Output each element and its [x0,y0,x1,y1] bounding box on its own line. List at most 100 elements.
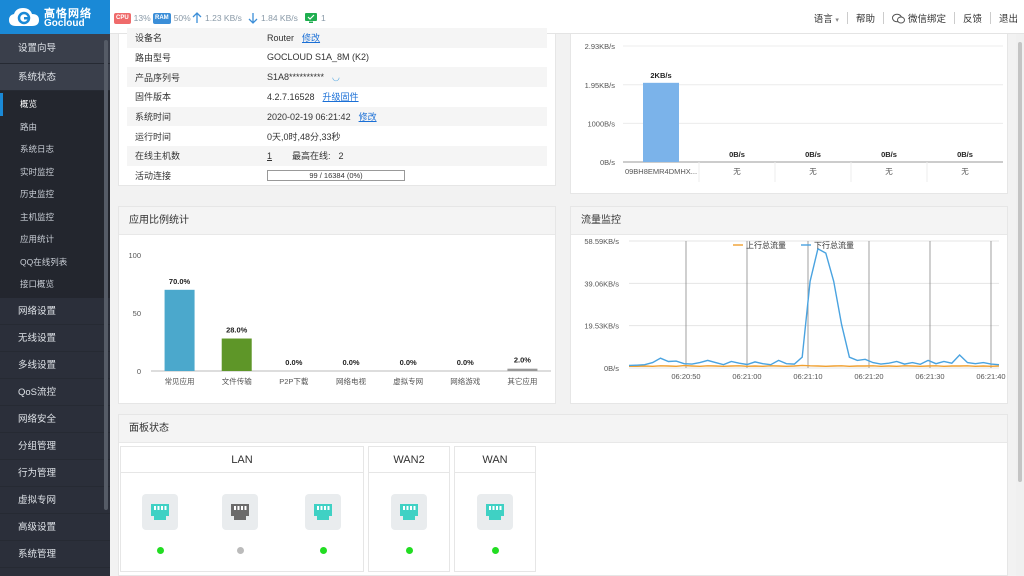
sidebar-item-behavior[interactable]: 行为管理 [0,460,110,487]
sidebar-item-network[interactable]: 网络设置 [0,298,110,325]
app-stats-chart: 100 50 0 70.0% 常见应用 28.0% 文件传输 0.0% P2P下载 0.0% 网络电… [128,251,551,386]
sidebar-subitem-route[interactable]: 路由 [0,116,110,139]
ethernet-jack-icon [400,504,418,520]
y-tick-label: 0B/s [604,364,619,373]
ethernet-port-icon[interactable] [391,494,427,530]
bar-value-label: 0.0% [457,358,474,367]
x-tick-label: 06:21:10 [793,372,822,381]
brand-sub: Gocloud [44,18,85,29]
ethernet-jack-icon [486,504,504,520]
y-tick-label: 1000B/s [587,119,615,128]
page-scrollbar[interactable] [1016,34,1024,576]
language-menu[interactable]: 语言 ▾ [814,11,839,25]
sidebar-item-vpn[interactable]: 虚拟专网 [0,487,110,514]
info-value[interactable]: 1 [267,151,272,161]
sidebar-item-groups[interactable]: 分组管理 [0,433,110,460]
sidebar-scrollbar[interactable] [104,40,108,510]
x-tick-label: 06:21:20 [854,372,883,381]
row-action-link[interactable]: 修改 [359,110,377,123]
bar-value-label: 2KB/s [650,71,671,80]
sidebar-subitem-history[interactable]: 历史监控 [0,183,110,206]
loading-spinner-icon: ◡ [332,71,340,82]
bar-value-label: 0.0% [342,358,359,367]
download-value: 1.84 KB/s [261,13,298,23]
bar-value-label: 0B/s [729,150,745,159]
info-value: S1A8********** [267,72,325,83]
sidebar-subitem-host-monitor[interactable]: 主机监控 [0,206,110,229]
ethernet-port-icon[interactable] [477,494,513,530]
sidebar-item-setup-wizard[interactable]: 设置向导 [0,34,110,64]
sidebar-item-system-status[interactable]: 系统状态 [0,64,110,91]
feedback-link[interactable]: 反馈 [963,11,982,25]
top-links: 语言 ▾ 帮助 微信绑定 反馈 退出 [814,11,1018,25]
traffic-monitor-title: 流量监控 [571,207,1007,235]
active-connections-row: 活动连接 99 / 16384 (0%) [127,166,547,186]
row-action-link[interactable]: 修改 [302,31,320,44]
x-tick-label: 常见应用 [165,376,195,386]
sidebar-item-security[interactable]: 网络安全 [0,406,110,433]
ethernet-port-icon[interactable] [222,494,258,530]
help-link[interactable]: 帮助 [856,11,875,25]
online-stat: 1 [304,11,326,25]
online-value: 1 [321,13,326,23]
info-label: 运行时间 [135,131,172,142]
port-led-indicator [319,547,327,554]
traffic-series-line[interactable] [628,247,1000,367]
monitor-check-icon [305,13,317,23]
y-tick-label: 19.53KB/s [584,322,619,331]
logout-link[interactable]: 退出 [999,11,1018,25]
x-tick-label: 无 [809,167,817,176]
sidebar-subitem-interfaces[interactable]: 接口概览 [0,273,110,296]
info-value: Router [267,32,295,43]
port-led-indicator [491,547,499,554]
app-bar[interactable] [164,289,195,371]
download-arrow-icon [248,13,258,24]
y-tick-label: 50 [133,309,141,318]
sidebar-item-qos[interactable]: QoS流控 [0,379,110,406]
host-bar[interactable] [643,82,679,162]
max-online-value: 2 [338,150,344,161]
sidebar-subitem-realtime[interactable]: 实时监控 [0,161,110,184]
app-stats-title: 应用比例统计 [119,207,555,235]
divider [882,12,884,24]
firmware-row: 固件版本 4.2.7.16528 升级固件 [127,87,547,107]
wechat-bind-link[interactable]: 微信绑定 [891,11,946,25]
ethernet-port-icon[interactable] [305,494,341,530]
info-value-cell: 1 最高在线: 2 [267,149,547,162]
app-bar[interactable] [507,368,538,371]
row-action-link[interactable]: 升级固件 [323,90,359,103]
sidebar-subitem-app-stats[interactable]: 应用统计 [0,228,110,251]
ethernet-port-icon[interactable] [142,494,178,530]
cpu-value: 13% [133,13,151,23]
info-value: 4.2.7.16528 [267,91,315,102]
divider [953,12,955,24]
ram-value: 50% [173,13,191,23]
device-info-panel: 设备名 Router 修改 路由型号 GOCLOUD S1A_8M (K2) 产品序列号 S… [118,28,556,186]
brand-logo[interactable]: 高恪网络 Gocloud [0,0,110,34]
info-value-cell: S1A8********** ◡ [267,72,547,83]
sidebar-item-wireless[interactable]: 无线设置 [0,325,110,352]
info-value-cell: GOCLOUD S1A_8M (K2) [267,52,547,62]
sidebar-subitem-syslog[interactable]: 系统日志 [0,138,110,161]
sidebar-subitem-overview[interactable]: 概览 [0,93,110,116]
sidebar-item-advanced[interactable]: 高级设置 [0,514,110,541]
port-group-name: WAN2 [369,447,449,473]
bar-value-label: 2.0% [514,356,531,365]
x-tick-label: 06:21:40 [976,372,1005,381]
upload-value: 1.23 KB/s [205,13,242,23]
panel-status-title: 面板状态 [119,415,1007,443]
y-tick-label: 1.95KB/s [585,81,616,90]
x-tick-label: 虚拟专网 [393,376,423,386]
app-bar[interactable] [221,338,252,371]
x-tick-label: 无 [733,167,741,176]
info-value: GOCLOUD S1A_8M (K2) [267,52,370,63]
sidebar-subitem-qq-online[interactable]: QQ在线列表 [0,251,110,274]
sidebar-item-system-admin[interactable]: 系统管理 [0,541,110,568]
x-tick-label: 无 [885,167,893,176]
traffic-series-line[interactable] [629,364,1000,368]
port-led-indicator [236,547,244,554]
sidebar-item-multiline[interactable]: 多线设置 [0,352,110,379]
x-tick-label: 09BH8EMR4DMHX... [625,167,697,176]
uptime-row: 运行时间 0天,0时,48分,33秒 [127,127,547,147]
page-scrollbar-thumb[interactable] [1018,42,1022,482]
